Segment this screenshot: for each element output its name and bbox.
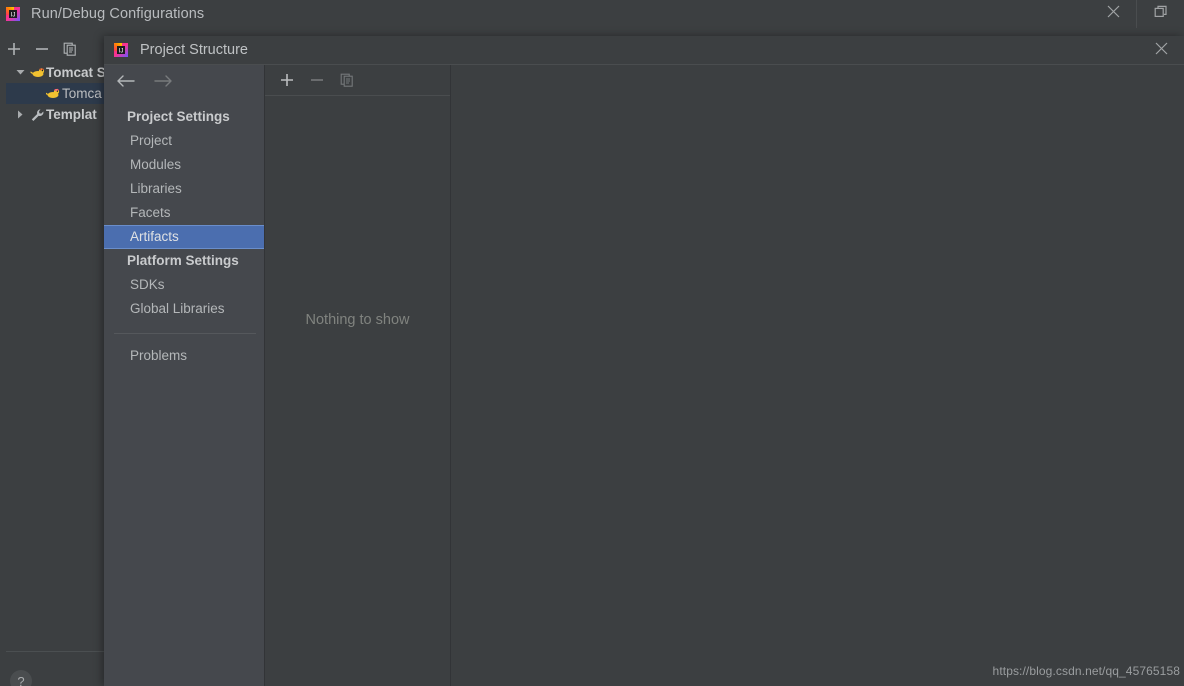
arrow-right-icon <box>153 74 173 93</box>
intellij-idea-icon: IJ <box>113 42 129 58</box>
run-debug-titlebar: IJ Run/Debug Configurations <box>0 0 1184 28</box>
artifacts-detail-pane: Nothing to show <box>265 65 451 686</box>
project-structure-dialog: IJ Project Structure Project Settings Pr… <box>104 36 1184 686</box>
project-structure-title-text: Project Structure <box>140 42 248 58</box>
run-debug-restore-button[interactable] <box>1138 0 1184 28</box>
sidebar-navigation <box>104 65 264 101</box>
artifact-editor-pane: https://blog.csdn.net/qq_45765158 <box>451 65 1184 686</box>
sidebar-item-artifacts[interactable]: Artifacts <box>104 225 264 249</box>
project-structure-body: Project Settings Project Modules Librari… <box>104 65 1184 686</box>
settings-category-list: Project Settings Project Modules Librari… <box>104 101 264 368</box>
run-debug-configurations-window: IJ Run/Debug Configurations Tomcat S Tom… <box>0 0 1184 686</box>
watermark: https://blog.csdn.net/qq_45765158 <box>992 664 1180 678</box>
sidebar-item-global-libraries[interactable]: Global Libraries <box>104 297 264 321</box>
tree-row-label: Tomcat S <box>46 65 106 80</box>
nav-forward-button[interactable] <box>152 72 174 94</box>
tomcat-icon <box>44 87 62 101</box>
chevron-down-icon[interactable] <box>12 68 28 77</box>
sidebar-item-problems[interactable]: Problems <box>104 344 264 368</box>
sidebar-item-libraries[interactable]: Libraries <box>104 177 264 201</box>
remove-artifact-button[interactable] <box>303 67 331 93</box>
sidebar-item-facets[interactable]: Facets <box>104 201 264 225</box>
artifacts-list[interactable]: Nothing to show <box>265 96 450 686</box>
copy-configuration-button[interactable] <box>56 36 84 62</box>
tree-row-label: Tomca <box>62 86 102 101</box>
sidebar-item-sdks[interactable]: SDKs <box>104 273 264 297</box>
help-button[interactable]: ? <box>10 670 32 686</box>
tree-row-label: Templat <box>46 107 97 122</box>
project-structure-sidebar: Project Settings Project Modules Librari… <box>104 65 265 686</box>
copy-artifact-button[interactable] <box>333 67 361 93</box>
svg-text:IJ: IJ <box>11 13 16 19</box>
add-artifact-button[interactable] <box>273 67 301 93</box>
artifacts-toolbar <box>265 65 450 96</box>
wrench-icon <box>28 108 46 122</box>
svg-text:IJ: IJ <box>119 49 124 55</box>
project-structure-titlebar: IJ Project Structure <box>104 36 1184 65</box>
add-configuration-button[interactable] <box>0 36 28 62</box>
sidebar-group-project-settings: Project Settings <box>127 109 230 124</box>
sidebar-group-platform-settings: Platform Settings <box>127 253 239 268</box>
project-structure-close-button[interactable] <box>1139 36 1184 65</box>
empty-state-label: Nothing to show <box>305 312 410 328</box>
run-debug-close-button[interactable] <box>1090 0 1136 28</box>
run-debug-title-text: Run/Debug Configurations <box>31 6 205 22</box>
sidebar-divider <box>114 333 256 334</box>
help-icon: ? <box>17 673 25 686</box>
remove-configuration-button[interactable] <box>28 36 56 62</box>
close-icon <box>1107 5 1120 23</box>
restore-icon <box>1154 5 1168 24</box>
titlebar-divider <box>1136 0 1137 28</box>
tomcat-icon <box>28 66 46 80</box>
sidebar-item-modules[interactable]: Modules <box>104 153 264 177</box>
arrow-left-icon <box>116 74 135 93</box>
nav-back-button[interactable] <box>114 72 136 94</box>
sidebar-item-project[interactable]: Project <box>104 129 264 153</box>
intellij-idea-icon: IJ <box>5 6 21 22</box>
chevron-right-icon[interactable] <box>12 110 28 119</box>
close-icon <box>1155 42 1168 60</box>
